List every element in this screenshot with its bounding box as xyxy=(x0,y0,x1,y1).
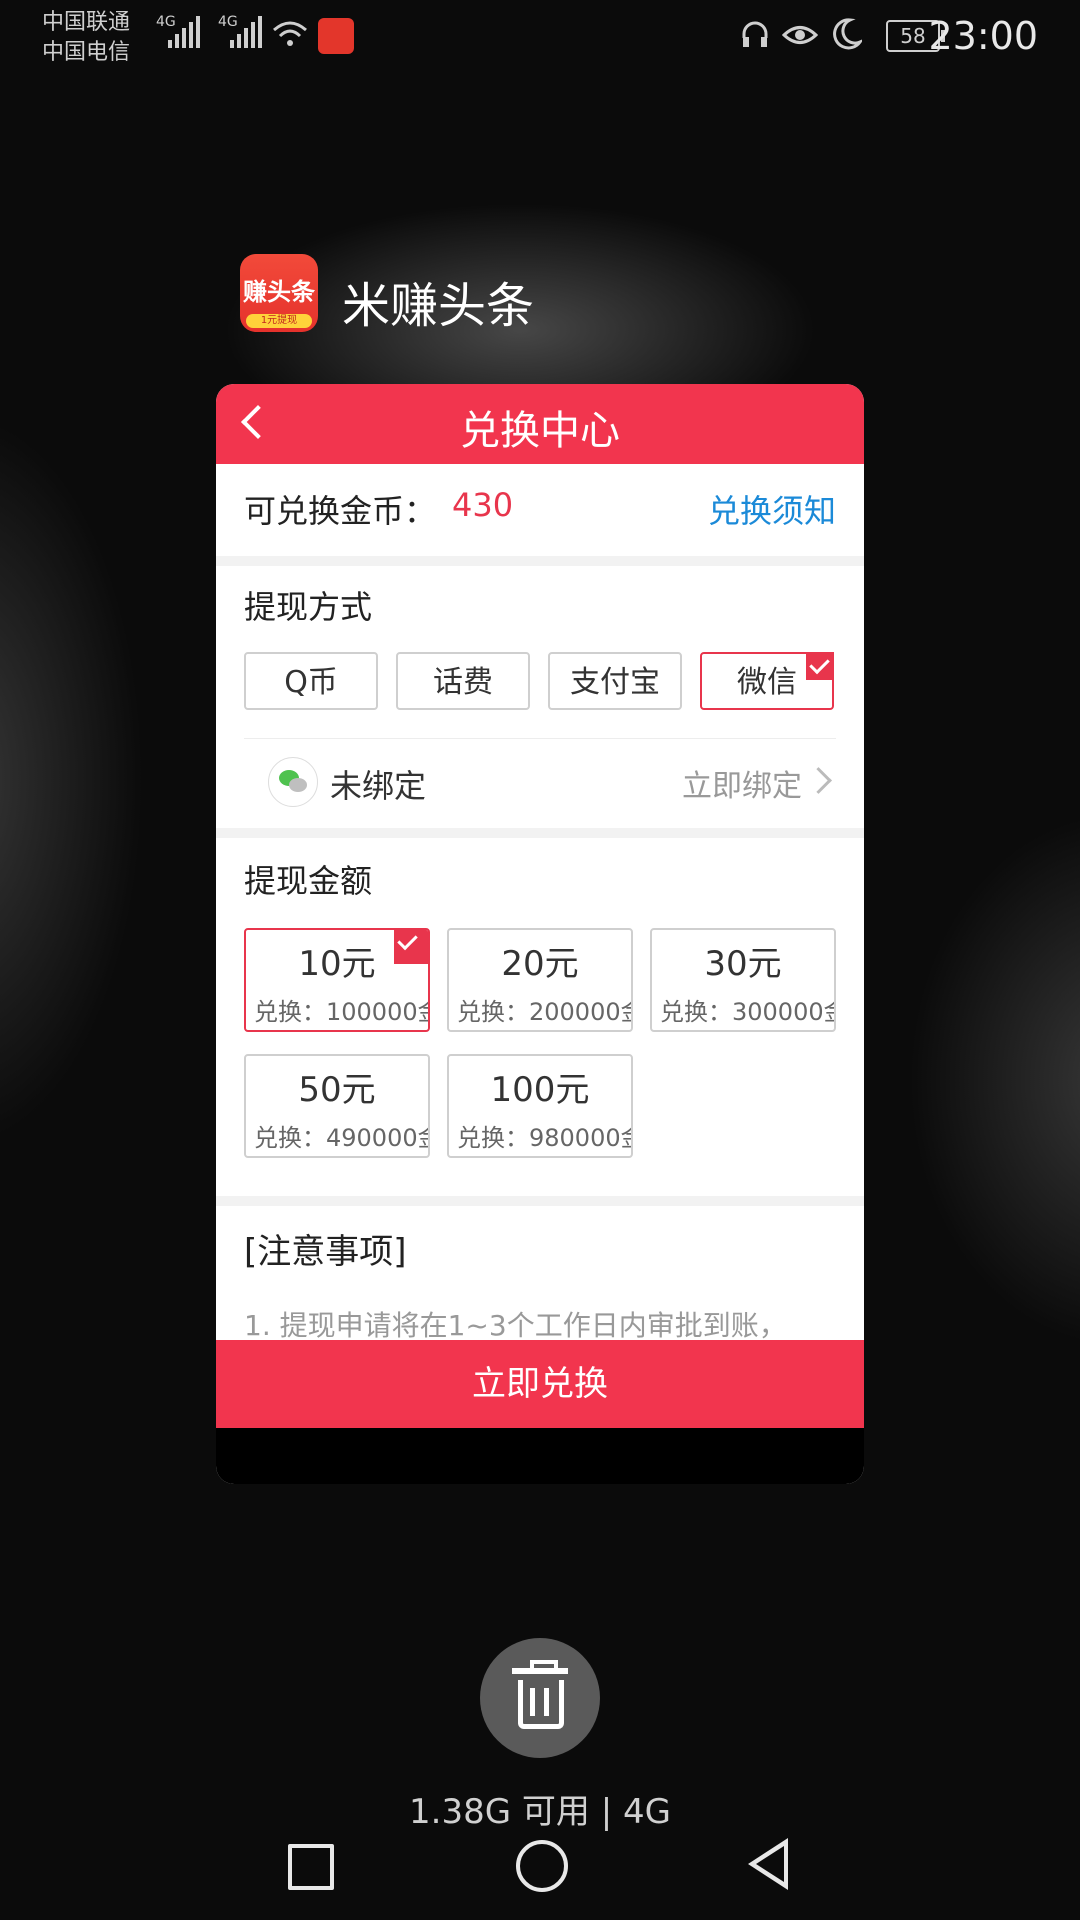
amount-cost: 兑换：490000金币 xyxy=(254,1124,428,1152)
amount-value: 30元 xyxy=(704,944,782,984)
amount-cost: 兑换：100000金币 xyxy=(254,998,428,1026)
app-icon-label: 赚头条 xyxy=(243,278,315,306)
signal-icon: 4G xyxy=(218,14,262,48)
amount-option-100[interactable]: 100元 兑换：980000金币 xyxy=(447,1054,633,1158)
method-option-qcoin[interactable]: Q币 xyxy=(244,652,378,710)
network-type-1: 4G xyxy=(156,14,176,30)
amount-value: 50元 xyxy=(298,1070,376,1110)
app-icon-badge: 1元提现 xyxy=(246,314,312,328)
moon-icon xyxy=(832,18,865,50)
carrier-2: 中国电信 xyxy=(42,40,131,65)
app-icon[interactable]: 赚头条 1元提现 xyxy=(240,254,318,332)
amount-option-30[interactable]: 30元 兑换：300000金币 xyxy=(650,928,836,1032)
coins-label: 可兑换金币： xyxy=(244,492,437,530)
card-header: 兑换中心 xyxy=(216,384,864,464)
signal-icon: 4G xyxy=(156,14,200,48)
divider xyxy=(216,828,864,838)
app-name: 米赚头条 xyxy=(342,278,535,334)
recent-apps-button[interactable] xyxy=(288,1844,334,1890)
clear-all-button[interactable] xyxy=(480,1638,600,1758)
bind-status: 未绑定 xyxy=(330,767,427,805)
network-type-2: 4G xyxy=(218,14,238,30)
notes-line: 1. 提现申请将在1~3个工作日内审批到账， xyxy=(244,1309,787,1342)
amount-value: 20元 xyxy=(501,944,579,984)
amount-option-10[interactable]: 10元 兑换：100000金币 xyxy=(244,928,430,1032)
amount-section-title: 提现金额 xyxy=(244,862,373,900)
back-button[interactable] xyxy=(748,1838,788,1890)
amount-cost: 兑换：200000金币 xyxy=(457,998,631,1026)
app-notification-icon xyxy=(318,18,354,54)
headset-icon xyxy=(740,20,770,50)
notes-title: [注意事项] xyxy=(244,1232,407,1272)
exchange-now-button[interactable]: 立即兑换 xyxy=(216,1340,864,1428)
amount-cost: 兑换：300000金币 xyxy=(660,998,834,1026)
status-time: 23:00 xyxy=(928,14,1038,58)
amount-value: 100元 xyxy=(490,1070,590,1110)
status-carriers: 中国联通 中国电信 xyxy=(42,8,130,68)
wechat-icon xyxy=(268,757,318,807)
app-preview-card[interactable]: 兑换中心 可兑换金币： 430 兑换须知 提现方式 Q币 话费 支付宝 微信 未… xyxy=(216,384,864,1484)
coins-row: 可兑换金币： 430 兑换须知 xyxy=(216,464,864,566)
exchange-notice-link[interactable]: 兑换须知 xyxy=(708,486,836,532)
carrier-1: 中国联通 xyxy=(42,10,131,35)
bind-now-link[interactable]: 立即绑定 xyxy=(682,761,802,805)
amount-cost: 兑换：980000金币 xyxy=(457,1124,631,1152)
method-option-alipay[interactable]: 支付宝 xyxy=(548,652,682,710)
method-option-phone[interactable]: 话费 xyxy=(396,652,530,710)
memory-status: 1.38G 可用 | 4G xyxy=(409,1792,671,1832)
check-icon xyxy=(394,930,428,964)
card-bottom-area xyxy=(216,1428,864,1484)
amount-option-20[interactable]: 20元 兑换：200000金币 xyxy=(447,928,633,1032)
amount-option-50[interactable]: 50元 兑换：490000金币 xyxy=(244,1054,430,1158)
wechat-bind-row[interactable]: 未绑定 立即绑定 xyxy=(244,738,836,829)
method-option-wechat[interactable]: 微信 xyxy=(700,652,834,710)
home-button[interactable] xyxy=(516,1840,568,1892)
wifi-icon xyxy=(272,20,308,48)
divider xyxy=(216,1196,864,1206)
method-option-wechat-label: 微信 xyxy=(737,665,797,700)
chevron-right-icon xyxy=(805,767,832,794)
page-title: 兑换中心 xyxy=(460,408,620,454)
eye-comfort-icon xyxy=(781,22,819,48)
coins-value: 430 xyxy=(452,486,514,524)
method-section-title: 提现方式 xyxy=(244,588,373,626)
check-icon xyxy=(806,652,834,680)
